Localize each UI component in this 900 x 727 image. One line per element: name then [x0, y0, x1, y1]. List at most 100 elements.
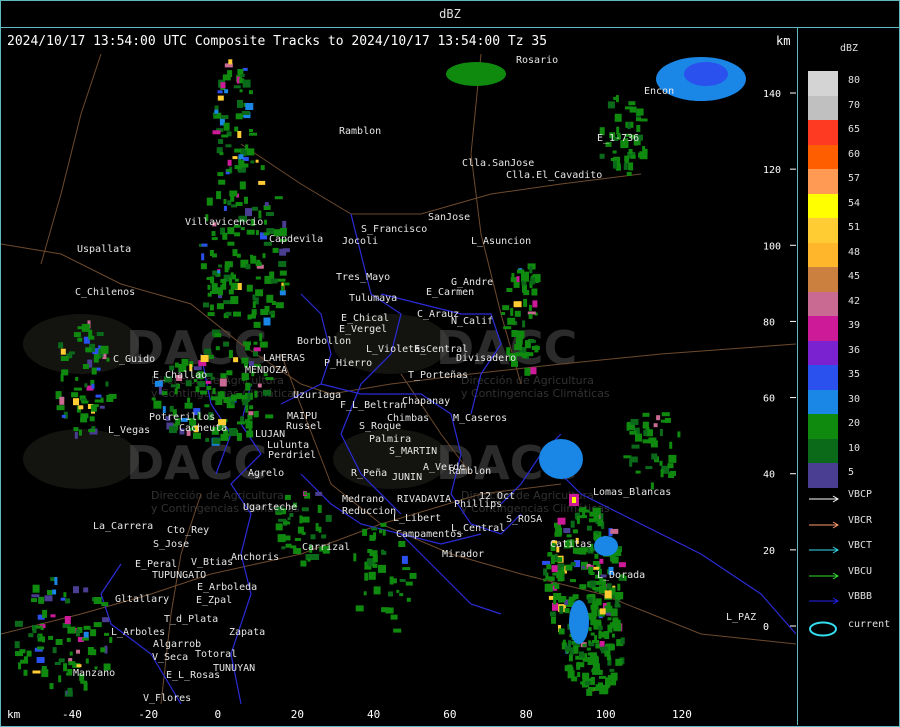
echo-pixel [630, 154, 636, 159]
echo-pixel [23, 669, 28, 676]
echo-pixel [88, 429, 96, 433]
echo-pixel [219, 378, 227, 387]
echo-pixel [83, 587, 89, 593]
echo-pixel [651, 453, 658, 460]
echo-pixel [239, 181, 246, 190]
echo-pixel [223, 205, 227, 211]
echo-pixel [597, 519, 603, 527]
echo-pixel [629, 458, 633, 467]
echo-pixel [557, 517, 566, 525]
echo-pixel [230, 296, 239, 305]
x-tick-label: 80 [519, 708, 533, 721]
echo-pixel [610, 680, 617, 686]
echo-pixel [549, 578, 555, 581]
echo-pixel [628, 148, 633, 154]
watermark-text: DACC [126, 436, 267, 490]
echo-pixel [91, 426, 96, 430]
echo-pixel [325, 514, 332, 522]
echo-pixel [249, 405, 254, 410]
echo-pixel [256, 259, 261, 263]
echo-pixel [63, 592, 67, 598]
echo-pixel [293, 548, 302, 554]
echo-pixel [237, 99, 243, 108]
echo-pixel [158, 386, 162, 395]
echo-pixel [245, 208, 252, 217]
echo-pixel [255, 159, 259, 163]
echo-pixel [667, 463, 674, 469]
echo-pixel [75, 629, 80, 637]
echo-pixel [260, 165, 265, 171]
echo-pixel [591, 609, 598, 617]
echo-pixel [281, 546, 286, 550]
echo-pixel [234, 165, 242, 170]
echo-pixel [372, 554, 378, 563]
scale-swatch [808, 144, 838, 169]
place-label: Mirador [442, 549, 484, 560]
echo-pixel [568, 654, 573, 662]
map-background [1, 54, 796, 704]
echo-pixel [217, 90, 223, 94]
echo-pixel [38, 596, 45, 604]
echo-pixel [217, 270, 221, 274]
echo-pixel [225, 311, 232, 316]
place-label: S_ROSA [506, 514, 542, 525]
scale-label: 54 [848, 197, 861, 209]
echo-pixel [174, 388, 178, 395]
echo-pixel [515, 352, 524, 357]
echo-pixel [609, 668, 615, 672]
echo-pixel [237, 421, 245, 425]
echo-pixel [611, 633, 615, 638]
echo-pixel [576, 515, 580, 524]
echo-pixel [592, 640, 599, 643]
echo-pixel [90, 649, 97, 656]
echo-pixel [233, 85, 241, 89]
echo-pixel [249, 129, 253, 132]
echo-pixel [623, 162, 628, 170]
echo-pixel [264, 219, 267, 225]
window-title: dBZ [439, 7, 461, 21]
echo-pixel [106, 395, 114, 402]
place-label: L_Vegas [108, 425, 150, 436]
echo-pixel [321, 534, 327, 539]
place-label: Ramblon [339, 126, 381, 137]
echo-pixel [67, 687, 73, 695]
echo-pixel [258, 180, 266, 185]
echo-pixel [242, 79, 251, 88]
echo-pixel [211, 231, 216, 236]
watermark-subtext: y Contingencias Climáticas [461, 387, 610, 400]
echo-pixel [393, 628, 402, 633]
echo-pixel [218, 179, 226, 185]
echo-pixel [235, 113, 243, 120]
echo-pixel [240, 74, 245, 77]
echo-pixel [517, 269, 524, 274]
echo-pixel [362, 528, 368, 536]
echo-pixel [214, 109, 219, 114]
radar-map-canvas[interactable]: DACCDirección de Agricultura y Contingenc… [1, 54, 796, 704]
echo-pixel [279, 248, 287, 256]
echo-pixel [232, 156, 238, 160]
echo-pixel [592, 507, 601, 515]
place-label: S_Roque [359, 421, 401, 432]
echo-pixel [204, 404, 210, 408]
scale-label: 80 [848, 75, 861, 86]
place-label: E_Arboleda [197, 582, 257, 593]
echo-pixel [60, 348, 66, 355]
echo-pixel [372, 563, 378, 568]
echo-pixel [555, 527, 563, 536]
echo-pixel [246, 229, 255, 235]
radar-map[interactable]: DACC Dirección de Agricultura y Contingenc… [1, 54, 796, 704]
echo-pixel [592, 561, 600, 565]
echo-pixel [253, 321, 261, 328]
echo-pixel [528, 313, 533, 319]
echo-pixel [572, 594, 579, 600]
echo-pixel [582, 509, 586, 518]
place-label: Uspallata [77, 244, 131, 255]
watermark-logo-icon [23, 314, 139, 374]
echo-pixel [551, 616, 556, 624]
echo-pixel [61, 414, 66, 418]
echo-pixel [534, 345, 539, 353]
place-label: MENDOZA [245, 365, 287, 376]
echo-pixel [515, 337, 523, 345]
place-label: L_PAZ [726, 612, 756, 623]
echo-pixel [263, 389, 271, 396]
